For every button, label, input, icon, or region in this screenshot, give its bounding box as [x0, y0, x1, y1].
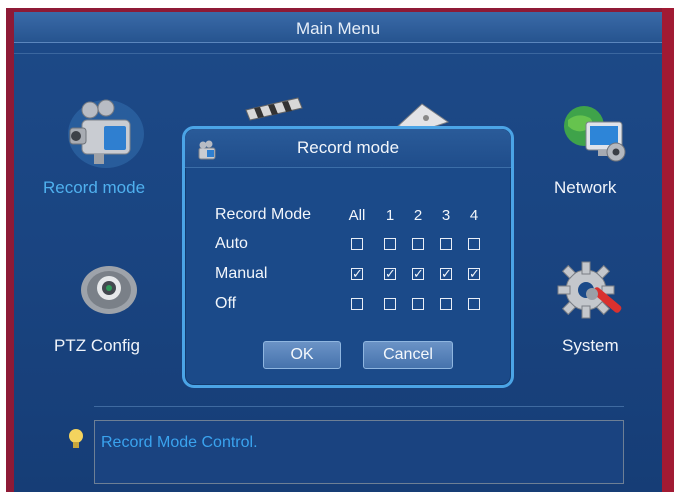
help-divider: [94, 406, 624, 407]
clapperboard-icon[interactable]: [244, 96, 304, 130]
checkbox-manual-4[interactable]: ✓: [468, 267, 480, 280]
column-header-3: 3: [441, 207, 451, 224]
column-header-4: 4: [469, 207, 479, 224]
gear-wrench-icon[interactable]: [554, 256, 628, 330]
menu-item-system[interactable]: System: [562, 336, 619, 356]
row-label-auto: Auto: [215, 235, 248, 252]
column-header-all: All: [348, 207, 366, 224]
checkbox-auto-1[interactable]: [384, 238, 396, 250]
main-menu-screen: Main Menu Record mode Network PTZ Config…: [6, 8, 674, 492]
checkbox-manual-3[interactable]: ✓: [440, 267, 452, 280]
ptz-camera-icon[interactable]: [78, 260, 140, 316]
checkbox-manual-2[interactable]: ✓: [412, 267, 424, 280]
checkbox-manual-1[interactable]: ✓: [384, 267, 396, 280]
ok-button[interactable]: OK: [263, 341, 341, 369]
window-title: Main Menu: [295, 19, 381, 38]
checkbox-manual-all[interactable]: ✓: [351, 267, 363, 280]
checkbox-auto-2[interactable]: [412, 238, 424, 250]
checkbox-off-3[interactable]: [440, 298, 452, 310]
help-text: Record Mode Control.: [101, 434, 258, 451]
checkbox-off-all[interactable]: [351, 298, 363, 310]
lightbulb-icon: [68, 428, 84, 450]
help-panel: [94, 420, 624, 484]
network-globe-icon[interactable]: [554, 100, 634, 172]
checkbox-off-4[interactable]: [468, 298, 480, 310]
record-mode-dialog: Record mode Record Mode All 1 2 3 4 Auto…: [182, 126, 514, 388]
camcorder-icon[interactable]: [64, 94, 146, 170]
menu-item-network[interactable]: Network: [554, 178, 616, 198]
menu-item-record-mode[interactable]: Record mode: [43, 178, 145, 198]
row-label-manual: Manual: [215, 265, 268, 282]
checkbox-auto-4[interactable]: [468, 238, 480, 250]
frame-right: [662, 8, 674, 492]
record-mode-header: Record Mode: [215, 206, 312, 223]
cancel-button[interactable]: Cancel: [363, 341, 453, 369]
menu-item-ptz-config[interactable]: PTZ Config: [54, 336, 140, 356]
title-divider: [14, 53, 662, 54]
checkbox-off-2[interactable]: [412, 298, 424, 310]
checkbox-auto-3[interactable]: [440, 238, 452, 250]
column-header-1: 1: [385, 207, 395, 224]
dialog-header: Record mode: [185, 129, 511, 168]
dialog-title: Record mode: [296, 138, 400, 157]
frame-left: [6, 8, 14, 492]
row-label-off: Off: [215, 295, 237, 312]
column-header-2: 2: [413, 207, 423, 224]
checkbox-off-1[interactable]: [384, 298, 396, 310]
checkbox-auto-all[interactable]: [351, 238, 363, 250]
title-bar: Main Menu: [14, 12, 662, 43]
